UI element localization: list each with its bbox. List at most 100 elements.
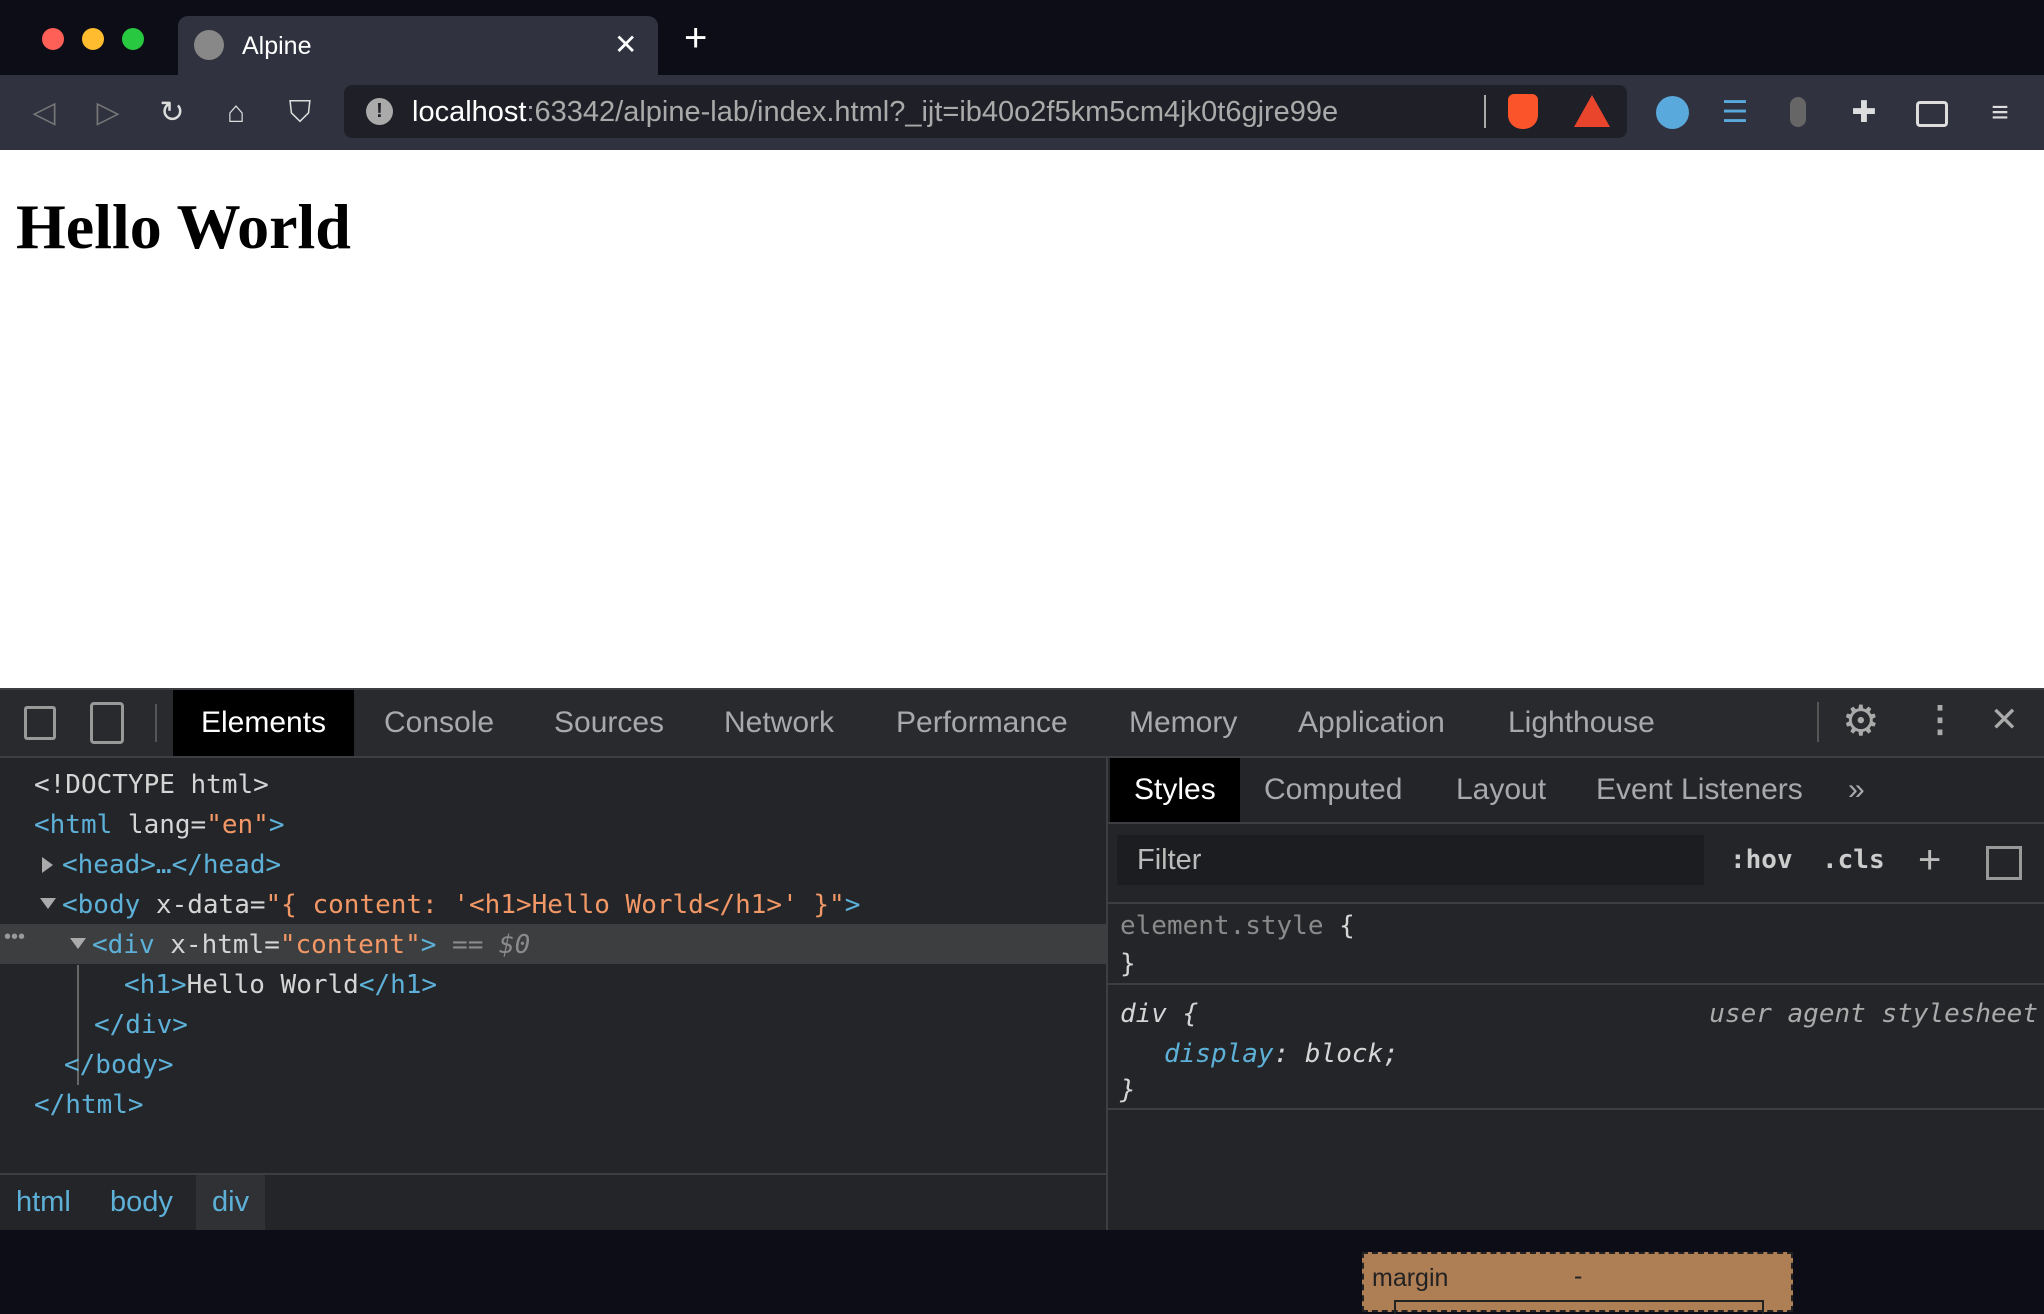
tab-performance[interactable]: Performance — [896, 690, 1068, 756]
close-tab-icon[interactable]: ✕ — [614, 28, 637, 61]
hover-state-toggle[interactable]: :hov — [1730, 840, 1793, 880]
tab-memory[interactable]: Memory — [1129, 690, 1237, 756]
selector: div — [1120, 999, 1167, 1029]
attr-name: x-html= — [154, 930, 280, 960]
css-property: display — [1164, 1039, 1274, 1069]
divider — [1484, 95, 1486, 128]
sailboat-extension-icon[interactable] — [1656, 96, 1689, 129]
device-toolbar-icon[interactable] — [90, 702, 124, 744]
expand-triangle-icon[interactable] — [42, 857, 53, 873]
breadcrumb-div[interactable]: div — [196, 1175, 266, 1230]
brace: { — [1323, 911, 1355, 941]
new-tab-button[interactable]: + — [684, 18, 707, 58]
div-rule-selector[interactable]: div { — [1120, 994, 1198, 1034]
tag: <h1> — [124, 970, 187, 1000]
divider — [1817, 702, 1819, 742]
maximize-window-button[interactable] — [122, 28, 144, 50]
reload-icon[interactable]: ↻ — [154, 95, 190, 131]
breadcrumb-body[interactable]: body — [94, 1175, 189, 1230]
back-icon[interactable]: ◁ — [26, 95, 62, 131]
more-tabs-chevron-icon[interactable]: » — [1848, 758, 1865, 822]
info-icon[interactable]: ! — [366, 98, 393, 125]
class-toggle[interactable]: .cls — [1822, 840, 1885, 880]
attr-value: "content" — [279, 930, 421, 960]
dom-tree: <!DOCTYPE html> <html lang="en"> <head>…… — [0, 758, 1106, 1173]
page-viewport: Hello World — [0, 150, 2044, 688]
tab-strip: Alpine ✕ + — [0, 0, 2044, 75]
tag-end: > — [268, 810, 285, 840]
margin-value[interactable]: - — [1574, 1262, 1582, 1291]
collapse-triangle-icon[interactable] — [70, 938, 86, 949]
collapse-triangle-icon[interactable] — [40, 898, 56, 909]
tab-application[interactable]: Application — [1298, 690, 1445, 756]
filter-extension-icon[interactable]: ☰ — [1717, 95, 1753, 131]
breadcrumb: html body div — [0, 1173, 1106, 1230]
dom-node-doctype[interactable]: <!DOCTYPE html> — [34, 765, 269, 805]
dom-node-html-close[interactable]: </html> — [34, 1085, 144, 1125]
divider — [1108, 983, 2044, 985]
url-host: localhost — [412, 96, 527, 128]
css-declaration[interactable]: display: block; — [1164, 1034, 1399, 1074]
breadcrumb-html[interactable]: html — [0, 1175, 87, 1230]
more-options-icon[interactable]: ⋮ — [1922, 698, 1958, 740]
dom-node-html[interactable]: <html lang="en"> — [34, 805, 284, 845]
tab-network[interactable]: Network — [724, 690, 834, 756]
tab-event-listeners[interactable]: Event Listeners — [1596, 758, 1803, 822]
wallet-icon[interactable] — [1916, 101, 1948, 127]
dom-node-div-selected[interactable]: <div x-html="content"> == $0 — [92, 925, 530, 965]
devtools-tabbar: Elements Console Sources Network Perform… — [0, 688, 2044, 758]
rule-source: user agent stylesheet — [1709, 999, 2038, 1029]
tab-console[interactable]: Console — [384, 690, 494, 756]
styles-filter-input[interactable]: Filter — [1117, 835, 1704, 885]
divider — [155, 704, 157, 742]
globe-icon — [194, 30, 224, 60]
new-style-rule-icon[interactable]: + — [1918, 838, 1941, 883]
row-dots-icon[interactable]: ••• — [4, 926, 25, 949]
settings-gear-icon[interactable]: ⚙ — [1842, 696, 1880, 745]
dom-node-div-close[interactable]: </div> — [94, 1005, 188, 1045]
address-bar[interactable]: ! localhost:63342/alpine-lab/index.html?… — [344, 85, 1627, 138]
extensions-puzzle-icon[interactable]: ✚ — [1846, 95, 1882, 131]
tab-elements[interactable]: Elements — [173, 690, 355, 756]
divider — [1108, 1108, 2044, 1110]
bookmark-icon[interactable]: ⛉ — [282, 95, 318, 131]
tab-title: Alpine — [242, 32, 312, 60]
brave-rewards-icon[interactable] — [1574, 95, 1610, 127]
bug-extension-icon[interactable] — [1790, 97, 1806, 127]
dom-node-head[interactable]: <head>…</head> — [62, 845, 281, 885]
tab-lighthouse[interactable]: Lighthouse — [1508, 690, 1655, 756]
home-icon[interactable]: ⌂ — [218, 95, 254, 131]
inspect-element-icon[interactable] — [24, 706, 56, 740]
forward-icon[interactable]: ▷ — [90, 95, 126, 131]
text-node: Hello World — [186, 970, 359, 1000]
element-style-rule[interactable]: element.style { — [1120, 906, 1355, 946]
divider — [1108, 902, 2044, 904]
box-model-border — [1394, 1300, 1764, 1314]
browser-tab[interactable]: Alpine ✕ — [178, 16, 658, 75]
dom-node-body[interactable]: <body x-data="{ content: '<h1>Hello Worl… — [62, 885, 860, 925]
toggle-sidebar-icon[interactable] — [1986, 846, 2022, 880]
attr-value: "{ content: '<h1>Hello World</h1>' }" — [265, 890, 845, 920]
dom-node-body-close[interactable]: </body> — [64, 1045, 174, 1085]
tab-layout[interactable]: Layout — [1456, 758, 1546, 822]
tab-styles[interactable]: Styles — [1110, 758, 1240, 822]
attr-name: lang= — [112, 810, 207, 840]
close-window-button[interactable] — [42, 28, 64, 50]
page-heading: Hello World — [16, 191, 351, 262]
attr-name: x-data= — [140, 890, 266, 920]
menu-icon[interactable]: ≡ — [1982, 95, 2018, 131]
tag: <div — [92, 930, 155, 960]
dom-node-h1[interactable]: <h1>Hello World</h1> — [124, 965, 437, 1005]
close-devtools-icon[interactable]: ✕ — [1990, 700, 2019, 740]
sidebar-tabs: Styles Computed Layout Event Listeners » — [1108, 758, 2044, 824]
tab-computed[interactable]: Computed — [1264, 758, 1402, 822]
tag-end: > — [844, 890, 861, 920]
minimize-window-button[interactable] — [82, 28, 104, 50]
rule-close-brace: } — [1120, 949, 1136, 979]
devtools-panel: Elements Console Sources Network Perform… — [0, 688, 2044, 1314]
rule-close-brace: } — [1120, 1075, 1136, 1105]
tag: <body — [62, 890, 141, 920]
tab-sources[interactable]: Sources — [554, 690, 664, 756]
brave-shields-icon[interactable] — [1508, 94, 1538, 129]
box-model-margin[interactable]: margin - — [1362, 1252, 1793, 1314]
